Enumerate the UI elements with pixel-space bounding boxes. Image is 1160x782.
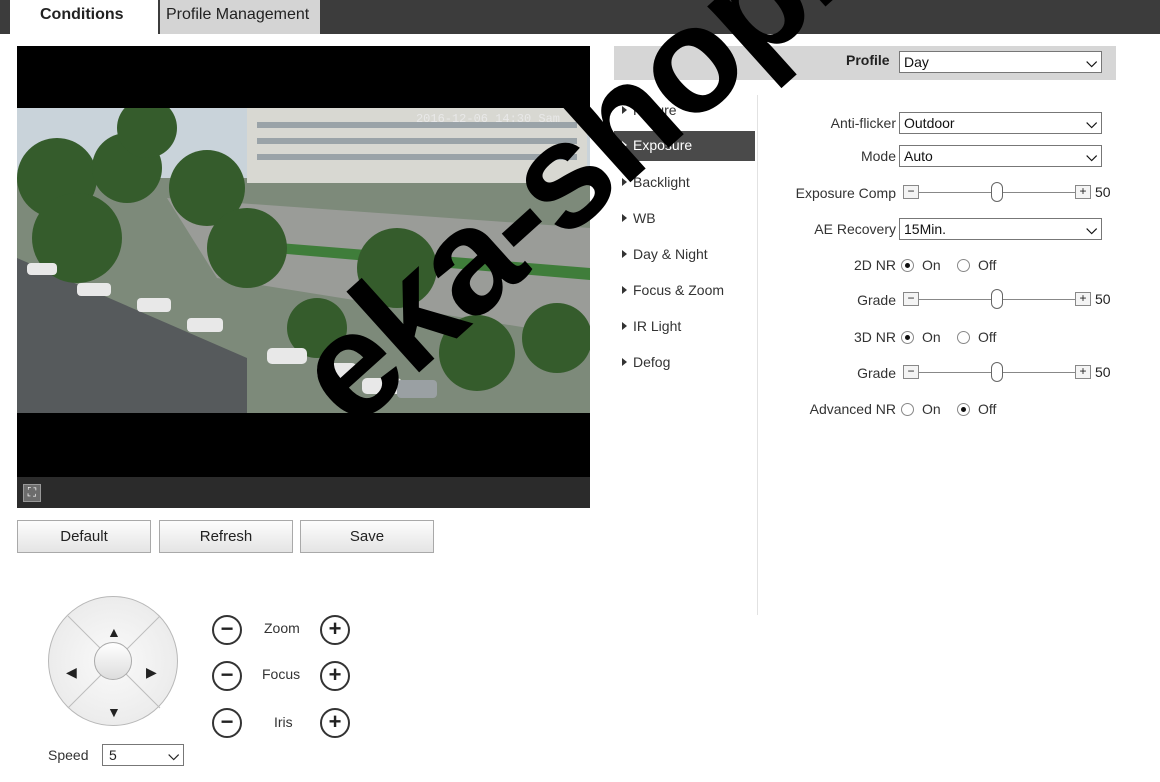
profile-value: Day: [904, 54, 929, 70]
caret-right-icon: [622, 141, 627, 149]
caret-right-icon: [622, 250, 627, 258]
3d-nr-on-radio[interactable]: [901, 331, 914, 344]
grade-value: 50: [1095, 364, 1111, 380]
video-toolbar: ⛶: [17, 477, 590, 508]
speed-label: Speed: [48, 747, 89, 763]
caret-right-icon: [622, 358, 627, 366]
focus-label: Focus: [262, 666, 301, 682]
ae-recovery-label: AE Recovery: [814, 221, 896, 237]
tab-conditions[interactable]: Conditions: [10, 0, 158, 34]
focus-out-button[interactable]: −: [212, 661, 242, 691]
2d-nr-off-label: Off: [978, 257, 997, 273]
chevron-down-icon: ⌵: [1086, 54, 1097, 70]
2d-nr-on-label: On: [922, 257, 941, 273]
chevron-down-icon: ⌵: [168, 747, 179, 763]
refresh-button[interactable]: Refresh: [159, 520, 293, 553]
ptz-left-icon[interactable]: ◀: [66, 664, 77, 681]
caret-right-icon: [622, 214, 627, 222]
menu-item-day-night[interactable]: Day & Night: [614, 240, 755, 270]
grade-label: Grade: [857, 292, 896, 308]
chevron-down-icon: ⌵: [1086, 115, 1097, 131]
grade-slider[interactable]: − + 50: [899, 289, 1121, 311]
menu-item-ir-light[interactable]: IR Light: [614, 312, 755, 342]
focus-in-button[interactable]: +: [320, 661, 350, 691]
speed-select[interactable]: 5 ⌵: [102, 744, 184, 766]
divider: [757, 95, 758, 615]
menu-item-picture[interactable]: Picture: [614, 96, 755, 126]
ptz-center-button[interactable]: [94, 642, 132, 680]
profile-select[interactable]: Day ⌵: [899, 51, 1102, 73]
slider-thumb[interactable]: [991, 289, 1003, 309]
2d-nr-off-radio[interactable]: [957, 259, 970, 272]
grade-label: Grade: [857, 365, 896, 381]
menu-item-focus-zoom[interactable]: Focus & Zoom: [614, 276, 755, 306]
slider-thumb[interactable]: [991, 182, 1003, 202]
plus-icon[interactable]: +: [1075, 185, 1091, 199]
ptz-right-icon[interactable]: ▶: [146, 664, 157, 681]
zoom-out-button[interactable]: −: [212, 615, 242, 645]
advanced-nr-label: Advanced NR: [809, 401, 896, 417]
minus-icon[interactable]: −: [903, 365, 919, 379]
3d-nr-label: 3D NR: [853, 329, 896, 345]
chevron-down-icon: ⌵: [1086, 221, 1097, 237]
anti-flicker-label: Anti-flicker: [830, 115, 896, 131]
caret-right-icon: [622, 322, 627, 330]
advanced-nr-off-radio[interactable]: [957, 403, 970, 416]
tab-profile-management[interactable]: Profile Management: [160, 0, 320, 34]
video-preview: 2016-12-06 14:30 Sam ⛶: [17, 46, 590, 508]
advanced-nr-on-radio[interactable]: [901, 403, 914, 416]
2d-nr-on-radio[interactable]: [901, 259, 914, 272]
menu-item-exposure[interactable]: Exposure: [614, 131, 755, 161]
tab-bar: Conditions Profile Management: [0, 0, 1160, 34]
menu-item-defog[interactable]: Defog: [614, 348, 755, 378]
caret-right-icon: [622, 286, 627, 294]
iris-close-button[interactable]: −: [212, 708, 242, 738]
minus-icon[interactable]: −: [903, 185, 919, 199]
iris-open-button[interactable]: +: [320, 708, 350, 738]
camera-scene: 2016-12-06 14:30 Sam: [17, 108, 590, 413]
speed-value: 5: [109, 747, 117, 763]
advanced-nr-on-label: On: [922, 401, 941, 417]
grade-value: 50: [1095, 291, 1111, 307]
zoom-in-button[interactable]: +: [320, 615, 350, 645]
fullscreen-icon[interactable]: ⛶: [23, 484, 41, 502]
caret-right-icon: [622, 106, 627, 114]
ptz-up-icon[interactable]: ▲: [107, 624, 121, 640]
slider-thumb[interactable]: [991, 362, 1003, 382]
default-button[interactable]: Default: [17, 520, 151, 553]
3d-nr-off-radio[interactable]: [957, 331, 970, 344]
3d-nr-on-label: On: [922, 329, 941, 345]
profile-label: Profile: [846, 52, 890, 68]
anti-flicker-select[interactable]: Outdoor ⌵: [899, 112, 1102, 134]
iris-label: Iris: [274, 714, 293, 730]
advanced-nr-off-label: Off: [978, 401, 997, 417]
ae-recovery-select[interactable]: 15Min. ⌵: [899, 218, 1102, 240]
mode-label: Mode: [860, 148, 896, 164]
ptz-down-icon[interactable]: ▼: [107, 704, 121, 720]
plus-icon[interactable]: +: [1075, 292, 1091, 306]
save-button[interactable]: Save: [300, 520, 434, 553]
exposure-comp-label: Exposure Comp: [795, 185, 896, 201]
osd-timestamp: 2016-12-06 14:30 Sam: [415, 112, 560, 126]
menu-item-wb[interactable]: WB: [614, 204, 755, 234]
minus-icon[interactable]: −: [903, 292, 919, 306]
exposure-comp-value: 50: [1095, 184, 1111, 200]
plus-icon[interactable]: +: [1075, 365, 1091, 379]
menu-item-backlight[interactable]: Backlight: [614, 168, 755, 198]
mode-select[interactable]: Auto ⌵: [899, 145, 1102, 167]
exposure-comp-slider[interactable]: − + 50: [899, 182, 1121, 204]
grade-slider-3d[interactable]: − + 50: [899, 362, 1121, 384]
3d-nr-off-label: Off: [978, 329, 997, 345]
zoom-label: Zoom: [264, 620, 300, 636]
2d-nr-label: 2D NR: [853, 257, 896, 273]
caret-right-icon: [622, 178, 627, 186]
chevron-down-icon: ⌵: [1086, 148, 1097, 164]
